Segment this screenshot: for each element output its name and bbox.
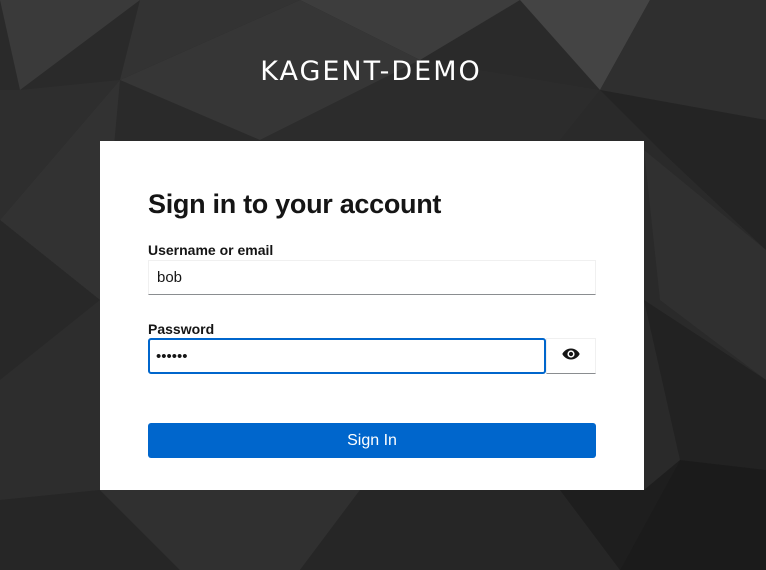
page-title: Sign in to your account — [148, 189, 442, 219]
eye-icon — [562, 347, 580, 365]
password-field[interactable] — [148, 338, 546, 374]
login-card: Sign in to your account Username or emai… — [100, 141, 644, 490]
password-label: Password — [148, 321, 215, 337]
password-group — [148, 338, 596, 374]
realm-title: KAGENT-DEMO — [260, 56, 482, 87]
show-password-button[interactable] — [546, 338, 596, 374]
sign-in-button[interactable]: Sign In — [148, 423, 596, 458]
username-field[interactable] — [148, 260, 596, 295]
username-label: Username or email — [148, 242, 274, 258]
